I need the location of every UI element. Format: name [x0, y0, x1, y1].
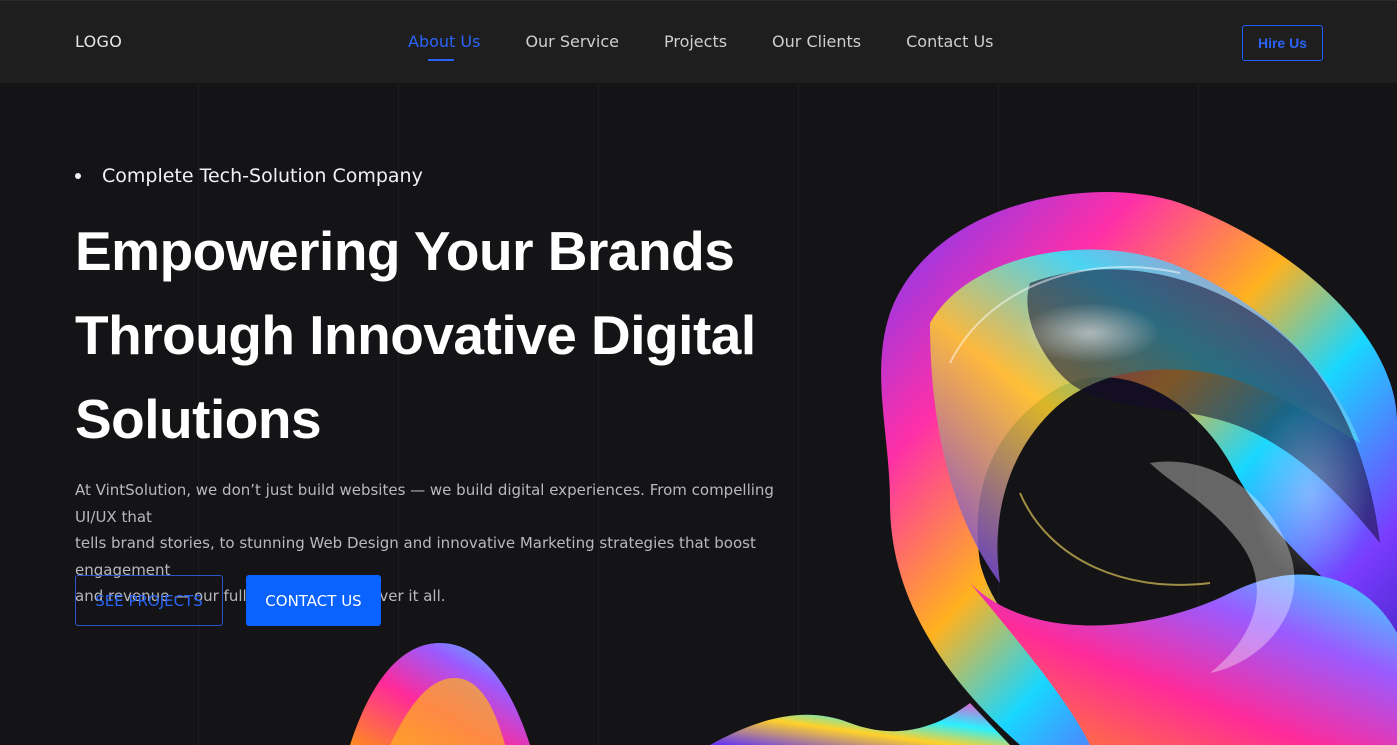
nav-link-our-service[interactable]: Our Service	[525, 32, 619, 51]
headline-line: Solutions	[75, 388, 322, 450]
contact-us-button[interactable]: CONTACT US	[246, 575, 381, 626]
hero-headline: Empowering Your Brands Through Innovativ…	[75, 209, 835, 461]
nav-link-contact-us[interactable]: Contact Us	[906, 32, 993, 51]
headline-line: Through Innovative Digital	[75, 304, 756, 366]
description-line: At VintSolution, we don’t just build web…	[75, 481, 774, 526]
hero-tagline-text: Complete Tech-Solution Company	[102, 165, 423, 187]
hero-section: Complete Tech-Solution Company Empowerin…	[0, 83, 1397, 745]
hero-tagline: Complete Tech-Solution Company	[75, 165, 423, 187]
bullet-icon	[75, 173, 81, 179]
nav-link-about-us[interactable]: About Us	[408, 32, 480, 61]
see-projects-button[interactable]: SEE PROJECTS	[75, 575, 223, 626]
navbar: LOGO About Us Our Service Projects Our C…	[0, 0, 1397, 83]
hire-us-button[interactable]: Hire Us	[1242, 25, 1323, 61]
nav-link-our-clients[interactable]: Our Clients	[772, 32, 861, 51]
nav-links: About Us Our Service Projects Our Client…	[408, 32, 1039, 61]
headline-line: Empowering Your Brands	[75, 220, 735, 282]
logo[interactable]: LOGO	[75, 32, 122, 51]
nav-link-projects[interactable]: Projects	[664, 32, 727, 51]
